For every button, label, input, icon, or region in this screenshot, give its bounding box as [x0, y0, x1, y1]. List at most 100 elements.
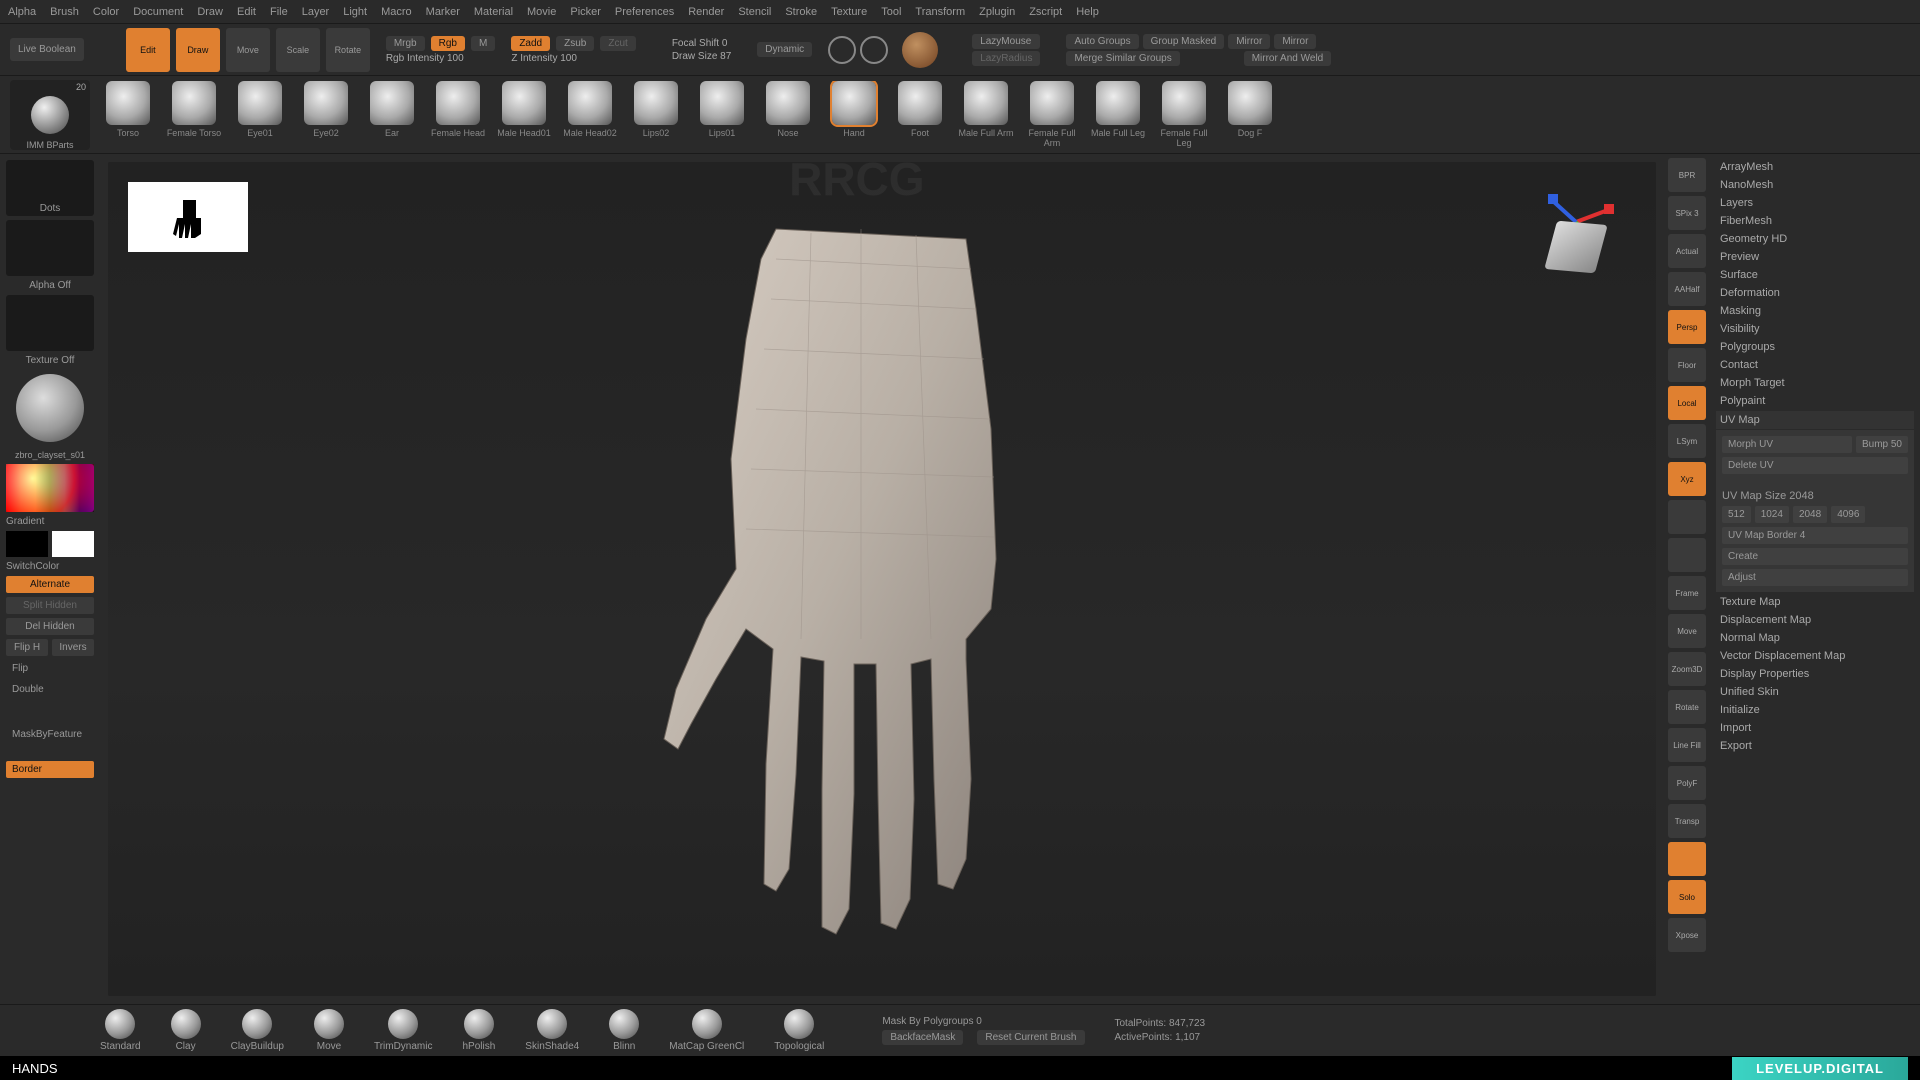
reset-brush-button[interactable]: Reset Current Brush	[977, 1030, 1084, 1045]
menu-item[interactable]: Movie	[527, 6, 556, 18]
menu-item[interactable]: Macro	[381, 6, 412, 18]
scale-button[interactable]: Scale	[276, 28, 320, 72]
uv-size-4096[interactable]: 4096	[1831, 506, 1865, 523]
stroke-thumb[interactable]: Dots	[6, 160, 94, 216]
brush-male-full-leg[interactable]: Male Full Leg	[1090, 81, 1146, 148]
mirror-button[interactable]: Mirror	[1228, 34, 1270, 49]
brush-torso[interactable]: Torso	[100, 81, 156, 148]
bottom-brush-clay[interactable]: Clay	[171, 1009, 201, 1052]
strip-local[interactable]: Local	[1668, 386, 1706, 420]
strip-move[interactable]: Move	[1668, 614, 1706, 648]
strip-rotate[interactable]: Rotate	[1668, 690, 1706, 724]
strip-polyf[interactable]: PolyF	[1668, 766, 1706, 800]
brush-ear[interactable]: Ear	[364, 81, 420, 148]
strip-btn[interactable]	[1668, 842, 1706, 876]
d-toggle-icon[interactable]	[860, 36, 888, 64]
panel-texture-map[interactable]: Texture Map	[1716, 593, 1914, 611]
brush-nose[interactable]: Nose	[760, 81, 816, 148]
gradient-label[interactable]: Gradient	[6, 516, 94, 527]
uv-size-2048[interactable]: 2048	[1793, 506, 1827, 523]
auto-groups-button[interactable]: Auto Groups	[1066, 34, 1138, 49]
brush-eye02[interactable]: Eye02	[298, 81, 354, 148]
brush-male-head01[interactable]: Male Head01	[496, 81, 552, 148]
bottom-brush-topological[interactable]: Topological	[774, 1009, 824, 1052]
panel-deformation[interactable]: Deformation	[1716, 284, 1914, 302]
merge-similar-button[interactable]: Merge Similar Groups	[1066, 51, 1179, 66]
strip-btn[interactable]	[1668, 538, 1706, 572]
panel-display-properties[interactable]: Display Properties	[1716, 665, 1914, 683]
brush-lips02[interactable]: Lips02	[628, 81, 684, 148]
menu-item[interactable]: Texture	[831, 6, 867, 18]
brush-female-head[interactable]: Female Head	[430, 81, 486, 148]
bottom-brush-claybuildup[interactable]: ClayBuildup	[231, 1009, 284, 1052]
strip-xpose[interactable]: Xpose	[1668, 918, 1706, 952]
bottom-brush-matcap greencl[interactable]: MatCap GreenCl	[669, 1009, 744, 1052]
strip-frame[interactable]: Frame	[1668, 576, 1706, 610]
panel-masking[interactable]: Masking	[1716, 302, 1914, 320]
panel-polygroups[interactable]: Polygroups	[1716, 338, 1914, 356]
panel-surface[interactable]: Surface	[1716, 266, 1914, 284]
menu-item[interactable]: File	[270, 6, 288, 18]
strip-xyz[interactable]: Xyz	[1668, 462, 1706, 496]
brush-female-full-arm[interactable]: Female Full Arm	[1024, 81, 1080, 148]
double-button[interactable]: Double	[6, 681, 94, 698]
create-button[interactable]: Create	[1722, 548, 1908, 565]
menu-item[interactable]: Document	[133, 6, 183, 18]
strip-btn[interactable]	[1668, 500, 1706, 534]
backface-mask-button[interactable]: BackfaceMask	[882, 1030, 963, 1045]
menu-item[interactable]: Stroke	[785, 6, 817, 18]
zcut-button[interactable]: Zcut	[600, 36, 635, 51]
panel-nanomesh[interactable]: NanoMesh	[1716, 176, 1914, 194]
adjust-button[interactable]: Adjust	[1722, 569, 1908, 586]
menu-item[interactable]: Help	[1076, 6, 1099, 18]
panel-arraymesh[interactable]: ArrayMesh	[1716, 158, 1914, 176]
bottom-brush-trimdynamic[interactable]: TrimDynamic	[374, 1009, 433, 1052]
brush-dog-f[interactable]: Dog F	[1222, 81, 1278, 148]
strip-line-fill[interactable]: Line Fill	[1668, 728, 1706, 762]
imm-brush-thumb[interactable]: 20 IMM BParts	[10, 80, 90, 150]
panel-geometry-hd[interactable]: Geometry HD	[1716, 230, 1914, 248]
strip-bpr[interactable]: BPR	[1668, 158, 1706, 192]
menu-item[interactable]: Marker	[426, 6, 460, 18]
panel-contact[interactable]: Contact	[1716, 356, 1914, 374]
panel-polypaint[interactable]: Polypaint	[1716, 392, 1914, 410]
strip-zoom3d[interactable]: Zoom3D	[1668, 652, 1706, 686]
menu-item[interactable]: Picker	[570, 6, 601, 18]
swatch-black[interactable]	[6, 531, 48, 557]
menu-item[interactable]: Preferences	[615, 6, 674, 18]
mirror-weld-button[interactable]: Mirror And Weld	[1244, 51, 1332, 66]
morph-uv-button[interactable]: Morph UV	[1722, 436, 1852, 453]
texture-thumb[interactable]	[6, 295, 94, 351]
border-button[interactable]: Border	[6, 761, 94, 778]
strip-transp[interactable]: Transp	[1668, 804, 1706, 838]
flip-h-button[interactable]: Flip H	[6, 639, 48, 656]
alpha-thumb[interactable]	[6, 220, 94, 276]
mask-by-polygroups-label[interactable]: Mask By Polygroups 0	[882, 1016, 1084, 1027]
edit-button[interactable]: Edit	[126, 28, 170, 72]
menu-item[interactable]: Zplugin	[979, 6, 1015, 18]
brush-female-full-leg[interactable]: Female Full Leg	[1156, 81, 1212, 148]
flip-button[interactable]: Flip	[6, 660, 94, 677]
rgb-button[interactable]: Rgb	[431, 36, 465, 51]
mirror2-button[interactable]: Mirror	[1274, 34, 1316, 49]
panel-fibermesh[interactable]: FiberMesh	[1716, 212, 1914, 230]
menu-item[interactable]: Edit	[237, 6, 256, 18]
s-toggle-icon[interactable]	[828, 36, 856, 64]
menu-item[interactable]: Transform	[915, 6, 965, 18]
strip-actual[interactable]: Actual	[1668, 234, 1706, 268]
brush-male-full-arm[interactable]: Male Full Arm	[958, 81, 1014, 148]
bottom-brush-skinshade4[interactable]: SkinShade4	[525, 1009, 579, 1052]
rgb-intensity-label[interactable]: Rgb Intensity 100	[386, 53, 496, 64]
bump-value[interactable]: Bump 50	[1856, 436, 1908, 453]
z-intensity-label[interactable]: Z Intensity 100	[511, 53, 635, 64]
panel-unified-skin[interactable]: Unified Skin	[1716, 683, 1914, 701]
strip-solo[interactable]: Solo	[1668, 880, 1706, 914]
brush-eye01[interactable]: Eye01	[232, 81, 288, 148]
focal-shift-label[interactable]: Focal Shift 0	[672, 38, 731, 49]
delete-uv-button[interactable]: Delete UV	[1722, 457, 1908, 474]
rotate-button[interactable]: Rotate	[326, 28, 370, 72]
panel-initialize[interactable]: Initialize	[1716, 701, 1914, 719]
alternate-button[interactable]: Alternate	[6, 576, 94, 593]
split-hidden-button[interactable]: Split Hidden	[6, 597, 94, 614]
bottom-brush-hpolish[interactable]: hPolish	[462, 1009, 495, 1052]
